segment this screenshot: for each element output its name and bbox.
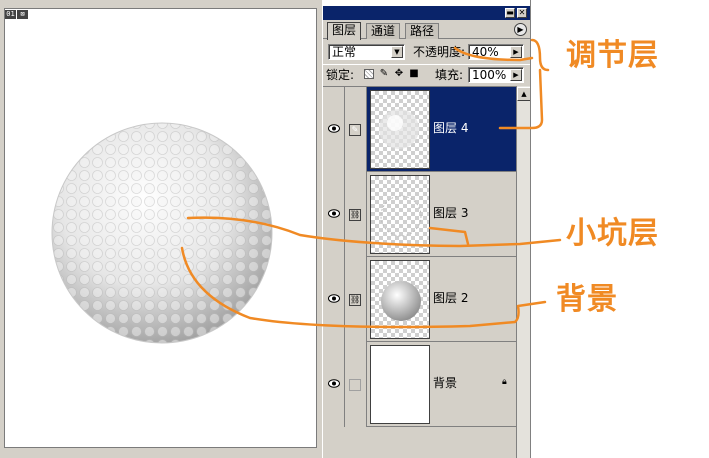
layers-list: ✎ 图层 4 ⛓ 图层 3 ⛓ 图层 2 背景 🔒︎ bbox=[323, 86, 516, 458]
annotation-adjustment-layer: 调节层 bbox=[566, 38, 659, 73]
blend-row: 正常 ▼ 不透明度: 40% ▶ bbox=[323, 42, 531, 62]
layer-name: 图层 4 bbox=[433, 121, 469, 135]
opacity-value: 40% bbox=[472, 45, 499, 59]
layer-thumbnail bbox=[370, 345, 430, 424]
eye-icon bbox=[328, 124, 340, 133]
fill-value: 100% bbox=[472, 68, 507, 82]
layers-scrollbar[interactable]: ▲ bbox=[516, 86, 531, 458]
opacity-label: 不透明度: bbox=[413, 45, 466, 59]
lock-move-icon[interactable]: ✥ bbox=[394, 69, 404, 79]
visibility-toggle[interactable] bbox=[323, 172, 345, 257]
fill-field[interactable]: 100% ▶ bbox=[468, 67, 524, 83]
layer-row-background[interactable]: 背景 🔒︎ bbox=[323, 342, 516, 427]
panel-titlebar[interactable]: ▬ ✕ bbox=[323, 6, 531, 20]
link-toggle[interactable]: ✎ bbox=[345, 87, 367, 172]
eye-icon bbox=[328, 209, 340, 218]
document-window: 01 ⊠ bbox=[0, 0, 322, 458]
layer-thumbnail bbox=[370, 175, 430, 254]
visibility-toggle[interactable] bbox=[323, 342, 345, 427]
link-toggle[interactable] bbox=[345, 342, 367, 427]
tab-paths[interactable]: 路径 bbox=[405, 23, 440, 39]
opacity-field[interactable]: 40% ▶ bbox=[468, 44, 524, 60]
eye-icon bbox=[328, 379, 340, 388]
panel-menu-icon[interactable]: ▶ bbox=[514, 23, 527, 36]
visibility-toggle[interactable] bbox=[323, 87, 345, 172]
blend-mode-select[interactable]: 正常 ▼ bbox=[328, 44, 405, 60]
eye-icon bbox=[328, 294, 340, 303]
golf-ball-artwork bbox=[51, 122, 273, 344]
paintbrush-icon: ✎ bbox=[349, 124, 361, 136]
minimize-button[interactable]: ▬ bbox=[505, 8, 515, 18]
annotation-dimple-layer: 小坑层 bbox=[566, 216, 659, 251]
chain-link-icon: ⛓ bbox=[349, 209, 361, 221]
panel-tabs: 图层 通道 路径 bbox=[323, 21, 531, 40]
close-icon[interactable]: ✕ bbox=[517, 8, 527, 18]
fill-label: 填充: bbox=[435, 68, 464, 82]
opacity-arrow-icon[interactable]: ▶ bbox=[510, 46, 522, 58]
tab-channels[interactable]: 通道 bbox=[366, 23, 401, 39]
blend-mode-value: 正常 bbox=[332, 45, 357, 59]
layer-row-layer4[interactable]: ✎ 图层 4 bbox=[323, 87, 516, 172]
layers-panel: ▬ ✕ 图层 通道 路径 ▶ 正常 ▼ 不透明度: 40% ▶ 锁定: ✎ ✥ … bbox=[322, 6, 531, 458]
chain-link-icon: ⛓ bbox=[349, 294, 361, 306]
padlock-icon: 🔒︎ bbox=[502, 377, 507, 387]
layer-name: 背景 bbox=[433, 376, 458, 390]
layer-name: 图层 3 bbox=[433, 206, 469, 220]
fill-arrow-icon[interactable]: ▶ bbox=[510, 69, 522, 81]
empty-link-box bbox=[349, 379, 361, 391]
chevron-down-icon[interactable]: ▼ bbox=[391, 46, 403, 58]
annotation-background: 背景 bbox=[556, 282, 618, 317]
visibility-toggle[interactable] bbox=[323, 257, 345, 342]
layer-thumbnail bbox=[370, 260, 430, 339]
layer-row-layer3[interactable]: ⛓ 图层 3 bbox=[323, 172, 516, 257]
lock-all-icon[interactable]: ■ bbox=[409, 69, 419, 79]
layer-name: 图层 2 bbox=[433, 291, 469, 305]
lock-label: 锁定: bbox=[326, 68, 355, 82]
lock-row: 锁定: ✎ ✥ ■ 填充: 100% ▶ bbox=[323, 64, 531, 84]
layer-row-layer2[interactable]: ⛓ 图层 2 bbox=[323, 257, 516, 342]
lock-transparency-icon[interactable] bbox=[364, 69, 374, 79]
layer-thumbnail bbox=[370, 90, 430, 169]
tab-layers[interactable]: 图层 bbox=[327, 22, 362, 40]
link-toggle[interactable]: ⛓ bbox=[345, 257, 367, 342]
scroll-up-icon[interactable]: ▲ bbox=[517, 87, 531, 101]
link-toggle[interactable]: ⛓ bbox=[345, 172, 367, 257]
lock-brush-icon[interactable]: ✎ bbox=[379, 69, 389, 79]
